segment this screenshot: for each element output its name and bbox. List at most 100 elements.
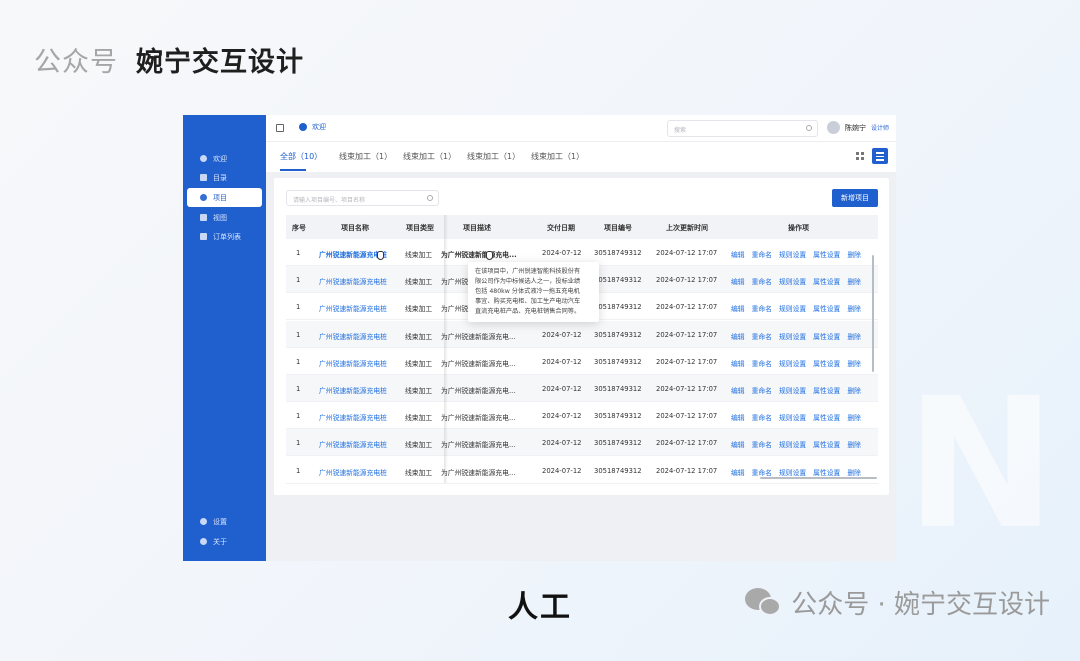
rename-link[interactable]: 重命名 (752, 385, 772, 395)
global-search-input[interactable]: 搜索 (667, 120, 818, 137)
edit-link[interactable]: 编辑 (731, 385, 745, 395)
rename-link[interactable]: 重命名 (752, 249, 772, 259)
sidebar-item-orders[interactable]: 订单列表 (187, 227, 262, 246)
delete-link[interactable]: 删除 (847, 385, 861, 395)
table-row[interactable]: 1 广州锐速新能源充电桩线束加工为广州锐速新能源充电... 2024-07-12 30… (286, 375, 878, 402)
sidebar-item-catalog[interactable]: 目录 (187, 168, 262, 187)
rule-settings-link[interactable]: 规则设置 (779, 412, 806, 422)
new-project-button[interactable]: 新增项目 (832, 189, 878, 207)
attribute-settings-link[interactable]: 属性设置 (813, 358, 840, 368)
edit-link[interactable]: 编辑 (731, 276, 745, 286)
project-name-link[interactable]: 广州锐速新能源充电桩 (319, 249, 399, 259)
top-bar: 欢迎 搜索 陈婉宁 设计师 (266, 115, 896, 142)
table-row[interactable]: 1 广州锐速新能源充电桩线束加工为广州锐速新能源充电... 2024-07-12 30… (286, 429, 878, 457)
table-row[interactable]: 1 广州锐速新能源充电桩线束加工为广州锐速新能源充电... 2024-07-12 30… (286, 320, 878, 348)
home-tab[interactable]: 欢迎 (299, 122, 326, 132)
rename-link[interactable]: 重命名 (752, 467, 772, 477)
project-name-link[interactable]: 广州锐速新能源充电桩 (319, 358, 399, 368)
rule-settings-link[interactable]: 规则设置 (779, 439, 806, 449)
project-description[interactable]: 为广州锐速新能源充电... (441, 385, 523, 395)
edit-link[interactable]: 编辑 (731, 249, 745, 259)
row-number: 1 (296, 439, 301, 448)
last-updated: 2024-07-12 17:07 (656, 385, 718, 393)
column-header: 交付日期 (547, 224, 575, 232)
attribute-settings-link[interactable]: 属性设置 (813, 467, 840, 477)
rule-settings-link[interactable]: 规则设置 (779, 385, 806, 395)
info-icon (200, 538, 207, 545)
grid-view-button[interactable] (852, 148, 868, 164)
search-icon (806, 125, 812, 131)
attribute-settings-link[interactable]: 属性设置 (813, 303, 840, 313)
delete-link[interactable]: 删除 (847, 412, 861, 422)
rule-settings-link[interactable]: 规则设置 (779, 249, 806, 259)
list-view-button[interactable] (872, 148, 888, 164)
project-description[interactable]: 为广州锐速新能源充电... (441, 412, 523, 422)
row-number: 1 (296, 303, 301, 312)
rename-link[interactable]: 重命名 (752, 276, 772, 286)
edit-link[interactable]: 编辑 (731, 303, 745, 313)
sidebar-item-welcome[interactable]: 欢迎 (187, 149, 262, 168)
edit-link[interactable]: 编辑 (731, 439, 745, 449)
project-name-link[interactable]: 广州锐速新能源充电桩 (319, 467, 399, 477)
rename-link[interactable]: 重命名 (752, 331, 772, 341)
rule-settings-link[interactable]: 规则设置 (779, 331, 806, 341)
rename-link[interactable]: 重命名 (752, 412, 772, 422)
delete-link[interactable]: 删除 (847, 467, 861, 477)
tab-category[interactable]: 线束加工（1） (339, 151, 392, 162)
project-name-link[interactable]: 广州锐速新能源充电桩 (319, 303, 399, 313)
attribute-settings-link[interactable]: 属性设置 (813, 276, 840, 286)
rule-settings-link[interactable]: 规则设置 (779, 467, 806, 477)
project-description[interactable]: 为广州锐速新能源充电... (441, 249, 523, 259)
edit-link[interactable]: 编辑 (731, 331, 745, 341)
sidebar-item-settings[interactable]: 设置 (187, 512, 262, 531)
table-row[interactable]: 1 广州锐速新能源充电桩线束加工为广州锐速新能源充电... 2024-07-12 30… (286, 402, 878, 430)
table-row[interactable]: 1 广州锐速新能源充电桩线束加工为广州锐速新能源充电... 2024-07-12 30… (286, 457, 878, 484)
attribute-settings-link[interactable]: 属性设置 (813, 439, 840, 449)
sidebar-item-label: 订单列表 (213, 232, 241, 241)
project-description[interactable]: 为广州锐速新能源充电... (441, 358, 523, 368)
horizontal-scrollbar[interactable] (760, 477, 877, 479)
project-description[interactable]: 为广州锐速新能源充电... (441, 439, 523, 449)
delete-link[interactable]: 删除 (847, 331, 861, 341)
user-menu[interactable]: 陈婉宁 设计师 (827, 121, 889, 134)
project-name-link[interactable]: 广州锐速新能源充电桩 (319, 385, 399, 395)
tab-category[interactable]: 线束加工（1） (467, 151, 520, 162)
rename-link[interactable]: 重命名 (752, 303, 772, 313)
attribute-settings-link[interactable]: 属性设置 (813, 249, 840, 259)
attribute-settings-link[interactable]: 属性设置 (813, 331, 840, 341)
delete-link[interactable]: 删除 (847, 249, 861, 259)
table-row[interactable]: 1 广州锐速新能源充电桩线束加工为广州锐速新能源充电... 2024-07-12 30… (286, 348, 878, 375)
rename-link[interactable]: 重命名 (752, 358, 772, 368)
tab-all[interactable]: 全部（10） (280, 151, 322, 162)
user-role: 设计师 (871, 125, 890, 132)
sidebar-item-project[interactable]: 项目 (187, 188, 262, 207)
sidebar-item-view[interactable]: 视图 (187, 208, 262, 227)
rule-settings-link[interactable]: 规则设置 (779, 358, 806, 368)
welcome-icon (200, 155, 207, 162)
project-name-link[interactable]: 广州锐速新能源充电桩 (319, 439, 399, 449)
edit-link[interactable]: 编辑 (731, 467, 745, 477)
sidebar-item-label: 设置 (213, 517, 227, 526)
delete-link[interactable]: 删除 (847, 303, 861, 313)
edit-link[interactable]: 编辑 (731, 412, 745, 422)
project-description[interactable]: 为广州锐速新能源充电... (441, 331, 523, 341)
rename-link[interactable]: 重命名 (752, 439, 772, 449)
project-name-link[interactable]: 广州锐速新能源充电桩 (319, 331, 399, 341)
project-name-link[interactable]: 广州锐速新能源充电桩 (319, 276, 399, 286)
project-name-link[interactable]: 广州锐速新能源充电桩 (319, 412, 399, 422)
rule-settings-link[interactable]: 规则设置 (779, 303, 806, 313)
rule-settings-link[interactable]: 规则设置 (779, 276, 806, 286)
vertical-scrollbar[interactable] (872, 255, 874, 372)
tab-category[interactable]: 线束加工（1） (403, 151, 456, 162)
project-search-input[interactable]: 请输入项目编号、项目名称 (286, 190, 439, 206)
delete-link[interactable]: 删除 (847, 358, 861, 368)
edit-link[interactable]: 编辑 (731, 358, 745, 368)
collapse-sidebar-icon[interactable] (276, 124, 284, 132)
delete-link[interactable]: 删除 (847, 439, 861, 449)
project-description[interactable]: 为广州锐速新能源充电... (441, 467, 523, 477)
tab-category[interactable]: 线束加工（1） (531, 151, 584, 162)
attribute-settings-link[interactable]: 属性设置 (813, 385, 840, 395)
sidebar-item-about[interactable]: 关于 (187, 532, 262, 551)
delete-link[interactable]: 删除 (847, 276, 861, 286)
attribute-settings-link[interactable]: 属性设置 (813, 412, 840, 422)
